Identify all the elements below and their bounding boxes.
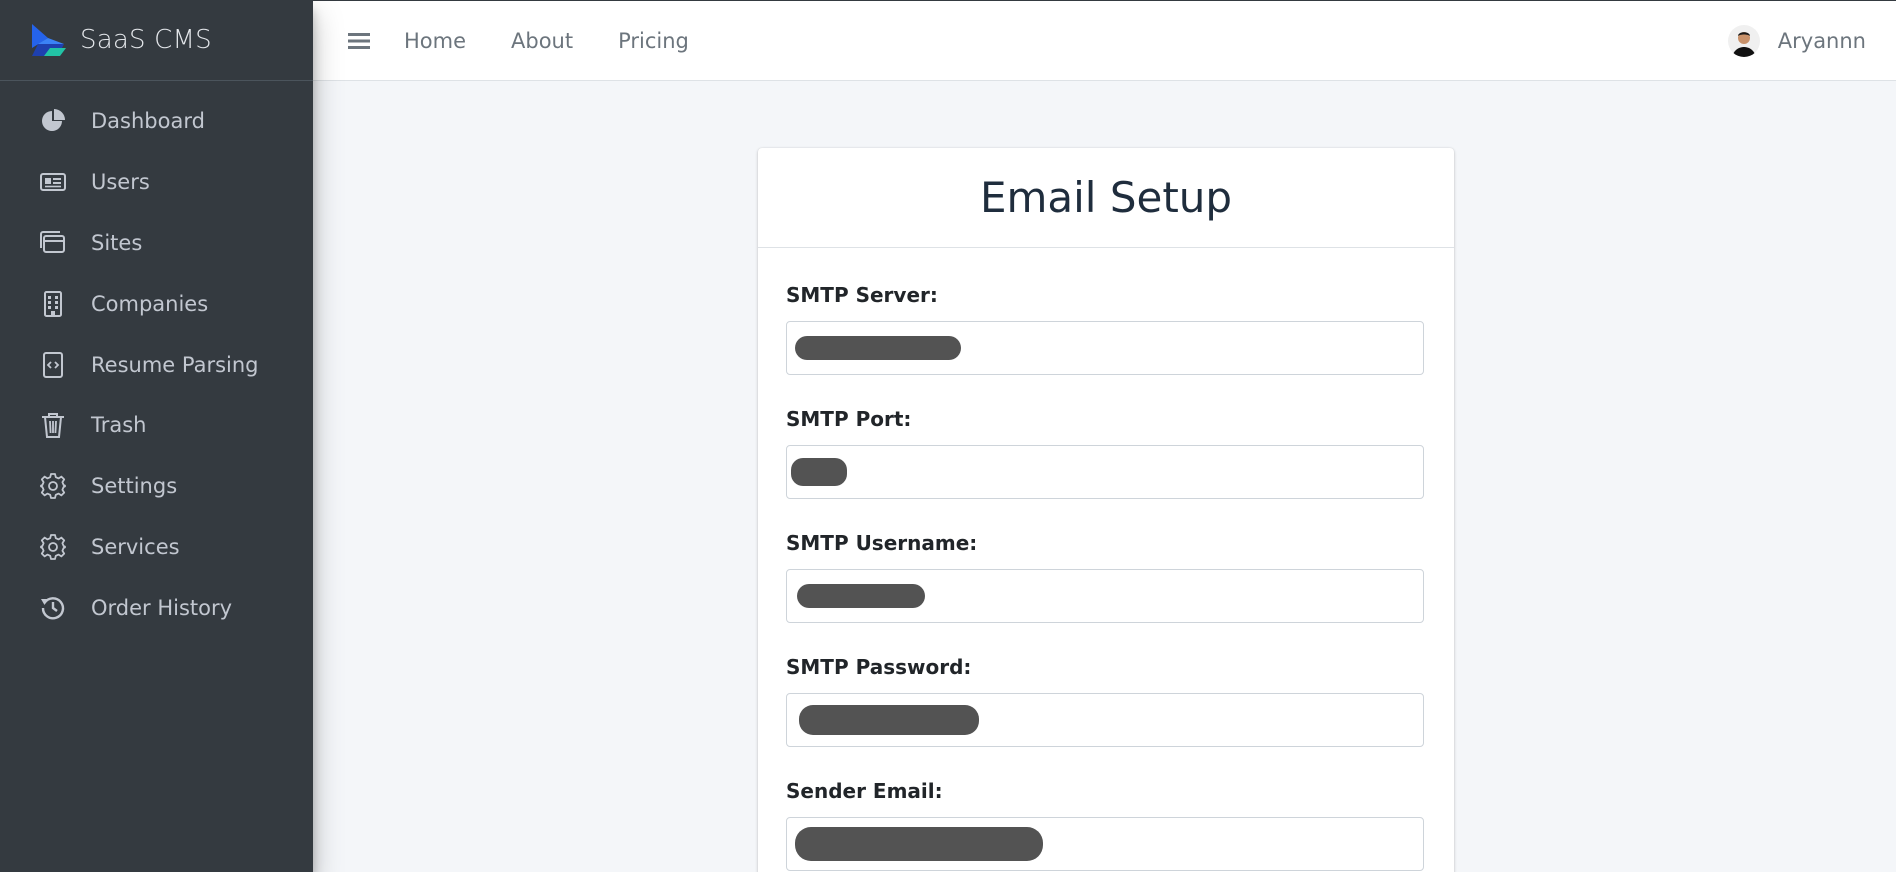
code-file-icon	[39, 351, 67, 379]
logo-icon	[30, 22, 66, 58]
sidebar-item-label: Settings	[91, 474, 178, 499]
nav-link-home[interactable]: Home	[404, 29, 466, 53]
nav-link-pricing[interactable]: Pricing	[618, 29, 689, 53]
sender-email-input[interactable]	[786, 817, 1424, 871]
redacted-value	[795, 827, 1043, 861]
smtp-server-group: SMTP Server:	[786, 280, 1426, 375]
sidebar: SaaS CMS Dashboard Users Sites Companies	[0, 0, 313, 872]
email-setup-form: SMTP Server: SMTP Port: SMTP Username: S…	[758, 248, 1454, 871]
page-title: Email Setup	[979, 173, 1233, 222]
sidebar-item-dashboard[interactable]: Dashboard	[0, 91, 313, 152]
smtp-password-group: SMTP Password:	[786, 652, 1426, 747]
smtp-username-group: SMTP Username:	[786, 528, 1426, 623]
smtp-server-input[interactable]	[786, 321, 1424, 375]
sidebar-item-resume-parsing[interactable]: Resume Parsing	[0, 334, 313, 395]
sidebar-item-settings[interactable]: Settings	[0, 456, 313, 517]
sidebar-item-label: Services	[91, 534, 180, 559]
nav-link-about[interactable]: About	[511, 29, 573, 53]
brand[interactable]: SaaS CMS	[0, 0, 313, 81]
redacted-value	[795, 336, 961, 360]
browser-window-icon	[39, 229, 67, 257]
smtp-server-label: SMTP Server:	[786, 283, 938, 307]
sidebar-item-label: Order History	[91, 595, 233, 620]
sidebar-item-label: Companies	[91, 291, 209, 316]
id-card-icon	[39, 168, 67, 196]
user-menu[interactable]: Aryannn	[1727, 1, 1866, 81]
redacted-value	[791, 458, 847, 486]
smtp-username-label: SMTP Username:	[786, 531, 978, 555]
gear-icon	[39, 472, 67, 500]
redacted-value	[797, 584, 925, 608]
user-name: Aryannn	[1777, 29, 1866, 53]
top-navbar: Home About Pricing Aryannn	[313, 0, 1896, 81]
brand-name: SaaS CMS	[80, 25, 212, 55]
sidebar-item-label: Dashboard	[91, 109, 205, 134]
sidebar-item-label: Resume Parsing	[91, 352, 259, 377]
sender-email-group: Sender Email:	[786, 776, 1426, 871]
sidebar-nav: Dashboard Users Sites Companies Resume P…	[0, 81, 313, 638]
sender-email-label: Sender Email:	[786, 779, 943, 803]
sidebar-item-label: Trash	[91, 413, 147, 438]
pie-chart-icon	[39, 107, 67, 135]
smtp-port-label: SMTP Port:	[786, 407, 912, 431]
sidebar-item-users[interactable]: Users	[0, 152, 313, 213]
sidebar-item-trash[interactable]: Trash	[0, 395, 313, 456]
smtp-password-label: SMTP Password:	[786, 655, 972, 679]
card-header: Email Setup	[758, 148, 1454, 248]
history-icon	[39, 594, 67, 622]
smtp-password-input[interactable]	[786, 693, 1424, 747]
gear-icon	[39, 533, 67, 561]
smtp-port-group: SMTP Port:	[786, 404, 1426, 499]
trash-icon	[39, 411, 67, 439]
sidebar-item-order-history[interactable]: Order History	[0, 577, 313, 638]
sidebar-item-sites[interactable]: Sites	[0, 213, 313, 274]
sidebar-item-label: Sites	[91, 230, 143, 255]
sidebar-item-companies[interactable]: Companies	[0, 273, 313, 334]
building-icon	[39, 290, 67, 318]
smtp-port-input[interactable]	[786, 445, 1424, 499]
hamburger-menu-icon[interactable]	[346, 28, 372, 54]
sidebar-item-services[interactable]: Services	[0, 517, 313, 578]
smtp-username-input[interactable]	[786, 569, 1424, 623]
email-setup-card: Email Setup SMTP Server: SMTP Port: SMTP…	[758, 148, 1454, 872]
avatar	[1727, 25, 1760, 57]
redacted-value	[799, 705, 979, 735]
sidebar-item-label: Users	[91, 170, 150, 195]
